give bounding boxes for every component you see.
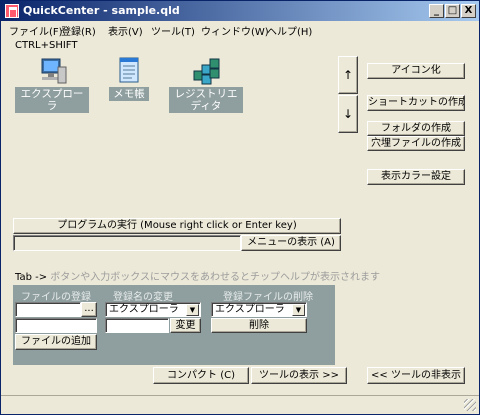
- menu-register[interactable]: 登録(R): [61, 23, 96, 38]
- run-program-button[interactable]: プログラムの実行 (Mouse right click or Enter key…: [13, 218, 341, 234]
- maximize-button[interactable]: □: [445, 4, 460, 18]
- file-name-input[interactable]: [15, 318, 97, 333]
- delete-select-value: エクスプローラ: [215, 304, 285, 315]
- program-input[interactable]: [13, 235, 241, 251]
- register-file-label: ファイルの登録: [21, 292, 91, 303]
- menu-view[interactable]: 表示(V): [108, 23, 143, 38]
- chevron-down-icon[interactable]: ▼: [186, 304, 199, 316]
- app-label-regedit: レジストリエ ディタ: [169, 87, 243, 113]
- window-title: QuickCenter - sample.qld: [23, 4, 180, 17]
- rename-select[interactable]: エクスプローラ ▼: [105, 302, 201, 317]
- shortcut-hint-label: CTRL+SHIFT: [15, 40, 78, 51]
- compact-button[interactable]: コンパクト (C): [153, 367, 249, 384]
- app-label-regedit-line2: ディタ: [190, 100, 222, 112]
- delete-file-label: 登録ファイルの削除: [223, 292, 313, 303]
- show-menu-button[interactable]: メニューの表示 (A): [241, 235, 341, 251]
- create-shortcut-button[interactable]: ショートカットの作成: [367, 95, 465, 111]
- main-window: QuickCenter - sample.qld _ □ X ファイル(F) 登…: [0, 0, 480, 415]
- title-bar[interactable]: QuickCenter - sample.qld _ □ X: [1, 1, 479, 21]
- app-tile-notepad[interactable]: メモ帳: [109, 55, 149, 101]
- rename-select-value: エクスプローラ: [109, 304, 179, 315]
- create-hole-file-button[interactable]: 穴埋ファイルの作成: [367, 136, 465, 151]
- browse-button[interactable]: ...: [81, 302, 97, 317]
- display-color-button[interactable]: 表示カラー設定: [367, 169, 465, 185]
- menu-window[interactable]: ウィンドウ(W): [201, 23, 269, 38]
- app-tile-regedit[interactable]: レジストリエ ディタ: [169, 55, 243, 113]
- scroll-up-button[interactable]: ↑: [338, 56, 358, 94]
- new-name-input[interactable]: [105, 318, 169, 333]
- app-label-notepad: メモ帳: [109, 87, 149, 101]
- menu-file[interactable]: ファイル(F): [9, 23, 63, 38]
- show-tools-button[interactable]: ツールの表示 >>: [251, 367, 347, 384]
- menu-bar: ファイル(F) 登録(R) 表示(V) ツール(T) ウィンドウ(W) ヘルプ(…: [1, 21, 479, 38]
- register-panel: ファイルの登録 登録名の変更 登録ファイルの削除 ... ファイルの追加 エクス…: [13, 285, 335, 365]
- hint-text: ボタンや入力ボックスにマウスをあわせるとチップヘルプが表示されます: [50, 272, 380, 283]
- add-file-button[interactable]: ファイルの追加: [15, 334, 97, 350]
- app-label-explorer-line2-wrap: ラ: [15, 99, 89, 113]
- status-bar: [1, 395, 479, 414]
- hide-tools-button[interactable]: << ツールの非表示: [367, 367, 465, 384]
- close-button[interactable]: X: [461, 4, 476, 18]
- create-folder-button[interactable]: フォルダの作成: [367, 121, 465, 136]
- menu-help[interactable]: ヘルプ(H): [267, 23, 312, 38]
- hint-prefix: Tab ->: [15, 272, 51, 283]
- scroll-down-button[interactable]: ↓: [338, 95, 358, 133]
- app-label-explorer-line2: ラ: [15, 99, 89, 113]
- chevron-down-icon[interactable]: ▼: [292, 304, 305, 316]
- resize-grip-icon[interactable]: [464, 399, 476, 411]
- delete-select[interactable]: エクスプローラ ▼: [211, 302, 307, 317]
- app-icon[interactable]: [5, 4, 19, 18]
- iconize-button[interactable]: アイコン化: [367, 63, 465, 79]
- rename-label: 登録名の変更: [113, 292, 173, 303]
- regedit-icon: [190, 55, 222, 87]
- minimize-button[interactable]: _: [429, 4, 444, 18]
- app-label-regedit-line1: レジストリエ: [174, 88, 238, 100]
- delete-button[interactable]: 削除: [211, 318, 307, 333]
- menu-tools[interactable]: ツール(T): [151, 23, 195, 38]
- tooltip-hint: Tab -> ボタンや入力ボックスにマウスをあわせるとチップヘルプが表示されます: [15, 268, 380, 283]
- explorer-icon: [36, 55, 68, 87]
- notepad-icon: [113, 55, 145, 87]
- change-button[interactable]: 変更: [170, 318, 201, 333]
- file-path-input[interactable]: [15, 302, 81, 317]
